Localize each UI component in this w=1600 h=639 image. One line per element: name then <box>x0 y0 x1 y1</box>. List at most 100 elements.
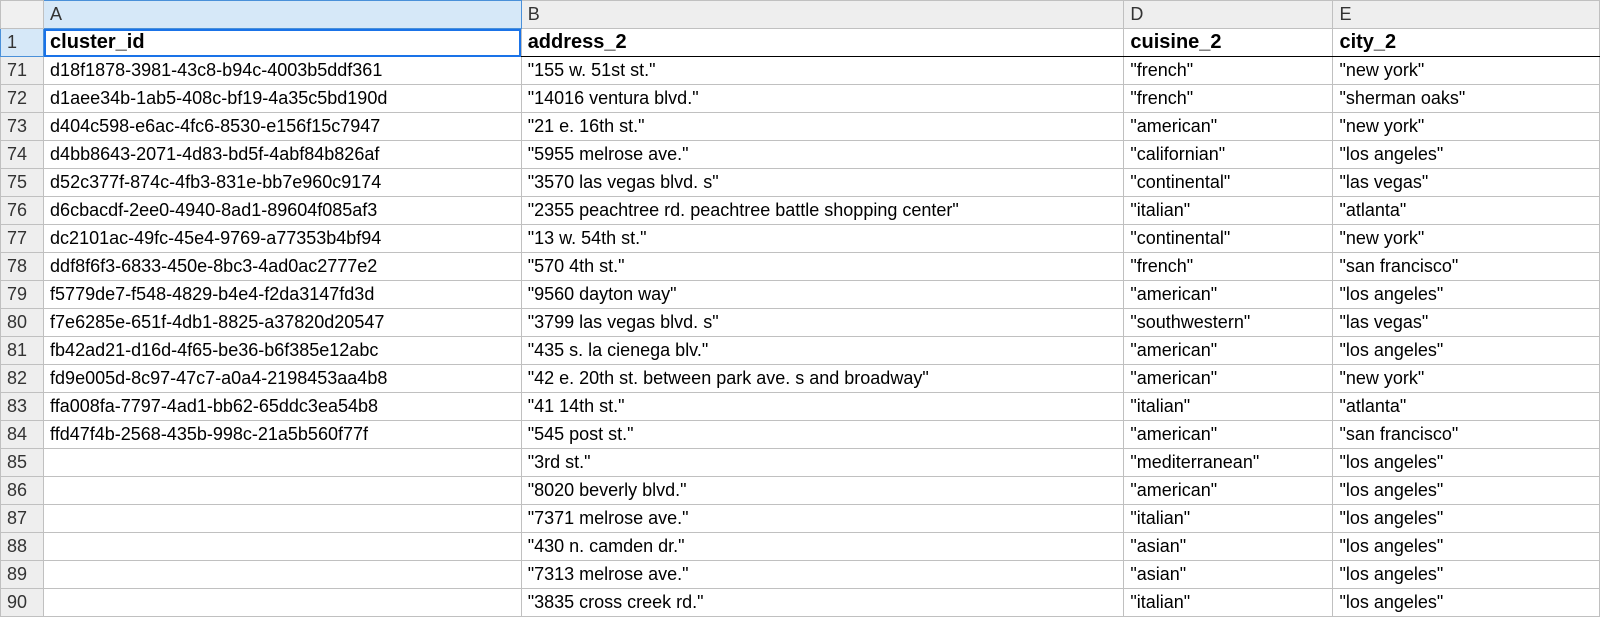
cell-A78[interactable]: ddf8f6f3-6833-450e-8bc3-4ad0ac2777e2 <box>44 253 522 281</box>
cell-A79[interactable]: f5779de7-f548-4829-b4e4-f2da3147fd3d <box>44 281 522 309</box>
row-header[interactable]: 78 <box>1 253 44 281</box>
cell-E72[interactable]: "sherman oaks" <box>1333 85 1600 113</box>
cell-E76[interactable]: "atlanta" <box>1333 197 1600 225</box>
cell-B82[interactable]: "42 e. 20th st. between park ave. s and … <box>521 365 1124 393</box>
cell-D75[interactable]: "continental" <box>1124 169 1333 197</box>
cell-A71[interactable]: d18f1878-3981-43c8-b94c-4003b5ddf361 <box>44 57 522 85</box>
cell-D85[interactable]: "mediterranean" <box>1124 449 1333 477</box>
cell-D72[interactable]: "french" <box>1124 85 1333 113</box>
row-header[interactable]: 84 <box>1 421 44 449</box>
col-header-A[interactable]: A <box>44 1 522 29</box>
row-header[interactable]: 86 <box>1 477 44 505</box>
row-header[interactable]: 80 <box>1 309 44 337</box>
cell-A74[interactable]: d4bb8643-2071-4d83-bd5f-4abf84b826af <box>44 141 522 169</box>
cell-A86[interactable] <box>44 477 522 505</box>
row-header[interactable]: 79 <box>1 281 44 309</box>
row-header[interactable]: 72 <box>1 85 44 113</box>
cell-B84[interactable]: "545 post st." <box>521 421 1124 449</box>
cell-D79[interactable]: "american" <box>1124 281 1333 309</box>
cell-B77[interactable]: "13 w. 54th st." <box>521 225 1124 253</box>
cell-D71[interactable]: "french" <box>1124 57 1333 85</box>
row-header[interactable]: 76 <box>1 197 44 225</box>
cell-B79[interactable]: "9560 dayton way" <box>521 281 1124 309</box>
cell-E90[interactable]: "los angeles" <box>1333 589 1600 617</box>
cell-D76[interactable]: "italian" <box>1124 197 1333 225</box>
cell-E85[interactable]: "los angeles" <box>1333 449 1600 477</box>
cell-A81[interactable]: fb42ad21-d16d-4f65-be36-b6f385e12abc <box>44 337 522 365</box>
cell-D77[interactable]: "continental" <box>1124 225 1333 253</box>
cell-D73[interactable]: "american" <box>1124 113 1333 141</box>
cell-D83[interactable]: "italian" <box>1124 393 1333 421</box>
cell-E89[interactable]: "los angeles" <box>1333 561 1600 589</box>
row-header[interactable]: 82 <box>1 365 44 393</box>
corner-cell[interactable] <box>1 1 44 29</box>
cell-B72[interactable]: "14016 ventura blvd." <box>521 85 1124 113</box>
cell-E83[interactable]: "atlanta" <box>1333 393 1600 421</box>
row-header[interactable]: 88 <box>1 533 44 561</box>
cell-D74[interactable]: "californian" <box>1124 141 1333 169</box>
cell-A72[interactable]: d1aee34b-1ab5-408c-bf19-4a35c5bd190d <box>44 85 522 113</box>
cell-D84[interactable]: "american" <box>1124 421 1333 449</box>
spreadsheet-grid[interactable]: A B D E 1 cluster_id address_2 cuisine_2… <box>0 0 1600 617</box>
cell-B90[interactable]: "3835 cross creek rd." <box>521 589 1124 617</box>
cell-A80[interactable]: f7e6285e-651f-4db1-8825-a37820d20547 <box>44 309 522 337</box>
cell-E82[interactable]: "new york" <box>1333 365 1600 393</box>
cell-A85[interactable] <box>44 449 522 477</box>
cell-B75[interactable]: "3570 las vegas blvd. s" <box>521 169 1124 197</box>
cell-D87[interactable]: "italian" <box>1124 505 1333 533</box>
cell-A89[interactable] <box>44 561 522 589</box>
row-header[interactable]: 81 <box>1 337 44 365</box>
cell-B89[interactable]: "7313 melrose ave." <box>521 561 1124 589</box>
cell-B87[interactable]: "7371 melrose ave." <box>521 505 1124 533</box>
cell-E75[interactable]: "las vegas" <box>1333 169 1600 197</box>
row-header[interactable]: 90 <box>1 589 44 617</box>
cell-B85[interactable]: "3rd st." <box>521 449 1124 477</box>
cell-D1[interactable]: cuisine_2 <box>1124 29 1333 57</box>
cell-E87[interactable]: "los angeles" <box>1333 505 1600 533</box>
cell-E84[interactable]: "san francisco" <box>1333 421 1600 449</box>
cell-D90[interactable]: "italian" <box>1124 589 1333 617</box>
cell-A88[interactable] <box>44 533 522 561</box>
row-header[interactable]: 83 <box>1 393 44 421</box>
cell-A82[interactable]: fd9e005d-8c97-47c7-a0a4-2198453aa4b8 <box>44 365 522 393</box>
cell-B1[interactable]: address_2 <box>521 29 1124 57</box>
cell-E81[interactable]: "los angeles" <box>1333 337 1600 365</box>
row-header[interactable]: 85 <box>1 449 44 477</box>
cell-E1[interactable]: city_2 <box>1333 29 1600 57</box>
cell-D82[interactable]: "american" <box>1124 365 1333 393</box>
cell-E74[interactable]: "los angeles" <box>1333 141 1600 169</box>
cell-E79[interactable]: "los angeles" <box>1333 281 1600 309</box>
cell-E71[interactable]: "new york" <box>1333 57 1600 85</box>
cell-B86[interactable]: "8020 beverly blvd." <box>521 477 1124 505</box>
row-header[interactable]: 73 <box>1 113 44 141</box>
cell-B73[interactable]: "21 e. 16th st." <box>521 113 1124 141</box>
cell-E88[interactable]: "los angeles" <box>1333 533 1600 561</box>
cell-A73[interactable]: d404c598-e6ac-4fc6-8530-e156f15c7947 <box>44 113 522 141</box>
cell-B74[interactable]: "5955 melrose ave." <box>521 141 1124 169</box>
cell-A76[interactable]: d6cbacdf-2ee0-4940-8ad1-89604f085af3 <box>44 197 522 225</box>
cell-B71[interactable]: "155 w. 51st st." <box>521 57 1124 85</box>
row-header[interactable]: 87 <box>1 505 44 533</box>
cell-A75[interactable]: d52c377f-874c-4fb3-831e-bb7e960c9174 <box>44 169 522 197</box>
cell-D88[interactable]: "asian" <box>1124 533 1333 561</box>
cell-E86[interactable]: "los angeles" <box>1333 477 1600 505</box>
row-header[interactable]: 89 <box>1 561 44 589</box>
cell-D86[interactable]: "american" <box>1124 477 1333 505</box>
col-header-B[interactable]: B <box>521 1 1124 29</box>
cell-D78[interactable]: "french" <box>1124 253 1333 281</box>
cell-A87[interactable] <box>44 505 522 533</box>
cell-A83[interactable]: ffa008fa-7797-4ad1-bb62-65ddc3ea54b8 <box>44 393 522 421</box>
cell-E80[interactable]: "las vegas" <box>1333 309 1600 337</box>
cell-E78[interactable]: "san francisco" <box>1333 253 1600 281</box>
cell-B80[interactable]: "3799 las vegas blvd. s" <box>521 309 1124 337</box>
cell-E77[interactable]: "new york" <box>1333 225 1600 253</box>
cell-B76[interactable]: "2355 peachtree rd. peachtree battle sho… <box>521 197 1124 225</box>
row-header[interactable]: 74 <box>1 141 44 169</box>
col-header-E[interactable]: E <box>1333 1 1600 29</box>
cell-E73[interactable]: "new york" <box>1333 113 1600 141</box>
cell-D80[interactable]: "southwestern" <box>1124 309 1333 337</box>
cell-B83[interactable]: "41 14th st." <box>521 393 1124 421</box>
cell-B88[interactable]: "430 n. camden dr." <box>521 533 1124 561</box>
cell-D89[interactable]: "asian" <box>1124 561 1333 589</box>
row-header[interactable]: 75 <box>1 169 44 197</box>
